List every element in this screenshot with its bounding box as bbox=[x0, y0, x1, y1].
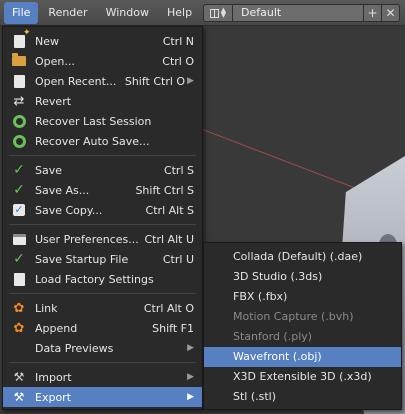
factory-icon bbox=[11, 271, 27, 287]
menu-item-save[interactable]: ✓ Save Ctrl S bbox=[3, 160, 202, 180]
menu-item-link[interactable]: ✿ Link Ctrl Alt O bbox=[3, 298, 202, 318]
menu-render[interactable]: Render bbox=[40, 2, 95, 24]
export-item-bvh[interactable]: Motion Capture (.bvh) bbox=[204, 307, 401, 327]
export-item-stl[interactable]: Stl (.stl) bbox=[204, 387, 401, 407]
menu-item-recover-auto-save[interactable]: Recover Auto Save... bbox=[3, 131, 202, 151]
menu-item-data-previews[interactable]: Data Previews ▶ bbox=[3, 338, 202, 358]
menu-file[interactable]: File bbox=[4, 1, 39, 24]
import-icon: ⚒ bbox=[13, 370, 25, 384]
menu-item-save-as[interactable]: ✓ Save As... Shift Ctrl S bbox=[3, 180, 202, 200]
checkmark-icon: ✓ bbox=[13, 251, 25, 267]
updown-arrows-icon: ▲ ▼ bbox=[220, 6, 227, 19]
menu-help[interactable]: Help bbox=[159, 2, 200, 24]
export-item-fbx[interactable]: FBX (.fbx) bbox=[204, 287, 401, 307]
menu-item-new[interactable]: New Ctrl N bbox=[3, 28, 202, 51]
menu-item-import[interactable]: ⚒ Import ▶ bbox=[3, 367, 202, 387]
link-blend-icon: ✿ bbox=[13, 300, 25, 316]
menu-item-append[interactable]: ✿ Append Shift F1 bbox=[3, 318, 202, 338]
checkmark-icon: ✓ bbox=[13, 182, 25, 198]
checkbox-icon: ✓ bbox=[13, 203, 25, 216]
screen-layout-selector: ▲ ▼ Default + ✕ bbox=[203, 4, 400, 22]
recover-icon bbox=[11, 113, 27, 129]
menu-item-save-startup-file[interactable]: ✓ Save Startup File Ctrl U bbox=[3, 249, 202, 269]
add-layout-button[interactable]: + bbox=[364, 4, 382, 22]
menu-separator bbox=[9, 155, 196, 156]
export-item-obj[interactable]: Wavefront (.obj) bbox=[204, 347, 401, 367]
submenu-arrow-icon: ▶ bbox=[187, 343, 194, 353]
export-item-3ds[interactable]: 3D Studio (.3ds) bbox=[204, 267, 401, 287]
delete-layout-button[interactable]: ✕ bbox=[382, 4, 400, 22]
menu-separator bbox=[9, 224, 196, 225]
menu-separator bbox=[9, 362, 196, 363]
export-item-collada[interactable]: Collada (Default) (.dae) bbox=[204, 247, 401, 267]
preferences-icon bbox=[11, 231, 27, 247]
menu-item-export[interactable]: ⚒ Export ▶ bbox=[3, 387, 202, 407]
close-icon: ✕ bbox=[385, 6, 396, 20]
plus-icon: + bbox=[367, 6, 378, 20]
menu-item-load-factory-settings[interactable]: Load Factory Settings bbox=[3, 269, 202, 289]
folder-icon bbox=[11, 53, 27, 69]
revert-icon: ⇄ bbox=[13, 93, 25, 109]
menu-item-open-recent[interactable]: Open Recent... Shift Ctrl O ▶ bbox=[3, 71, 202, 91]
export-submenu: Collada (Default) (.dae) 3D Studio (.3ds… bbox=[203, 242, 402, 410]
file-menu: New Ctrl N Open... Ctrl O Open Recent...… bbox=[2, 26, 203, 410]
menu-item-revert[interactable]: ⇄ Revert bbox=[3, 91, 202, 111]
menu-item-recover-last-session[interactable]: Recover Last Session bbox=[3, 111, 202, 131]
menu-separator bbox=[9, 293, 196, 294]
recover-auto-icon bbox=[11, 133, 27, 149]
submenu-arrow-icon: ▶ bbox=[187, 76, 194, 86]
submenu-arrow-icon: ▶ bbox=[187, 392, 194, 402]
screen-layout-dropdown[interactable]: ▲ ▼ bbox=[203, 4, 233, 22]
screen-layout-name-field[interactable]: Default bbox=[233, 4, 364, 22]
append-blend-icon: ✿ bbox=[13, 320, 25, 336]
export-item-x3d[interactable]: X3D Extensible 3D (.x3d) bbox=[204, 367, 401, 387]
new-file-icon bbox=[11, 28, 31, 49]
recent-icon bbox=[11, 73, 27, 89]
menu-item-open[interactable]: Open... Ctrl O bbox=[3, 51, 202, 71]
checkmark-icon: ✓ bbox=[13, 162, 25, 178]
info-header: File Render Window Help ▲ ▼ Default + ✕ bbox=[0, 0, 405, 26]
submenu-arrow-icon: ▶ bbox=[187, 372, 194, 382]
menu-window[interactable]: Window bbox=[98, 2, 157, 24]
menu-item-save-copy[interactable]: ✓ Save Copy... Ctrl Alt S bbox=[3, 200, 202, 220]
export-item-ply[interactable]: Stanford (.ply) bbox=[204, 327, 401, 347]
menu-item-user-preferences[interactable]: User Preferences... Ctrl Alt U bbox=[3, 229, 202, 249]
export-icon: ⚒ bbox=[13, 390, 25, 404]
layout-grid-icon bbox=[209, 8, 219, 18]
